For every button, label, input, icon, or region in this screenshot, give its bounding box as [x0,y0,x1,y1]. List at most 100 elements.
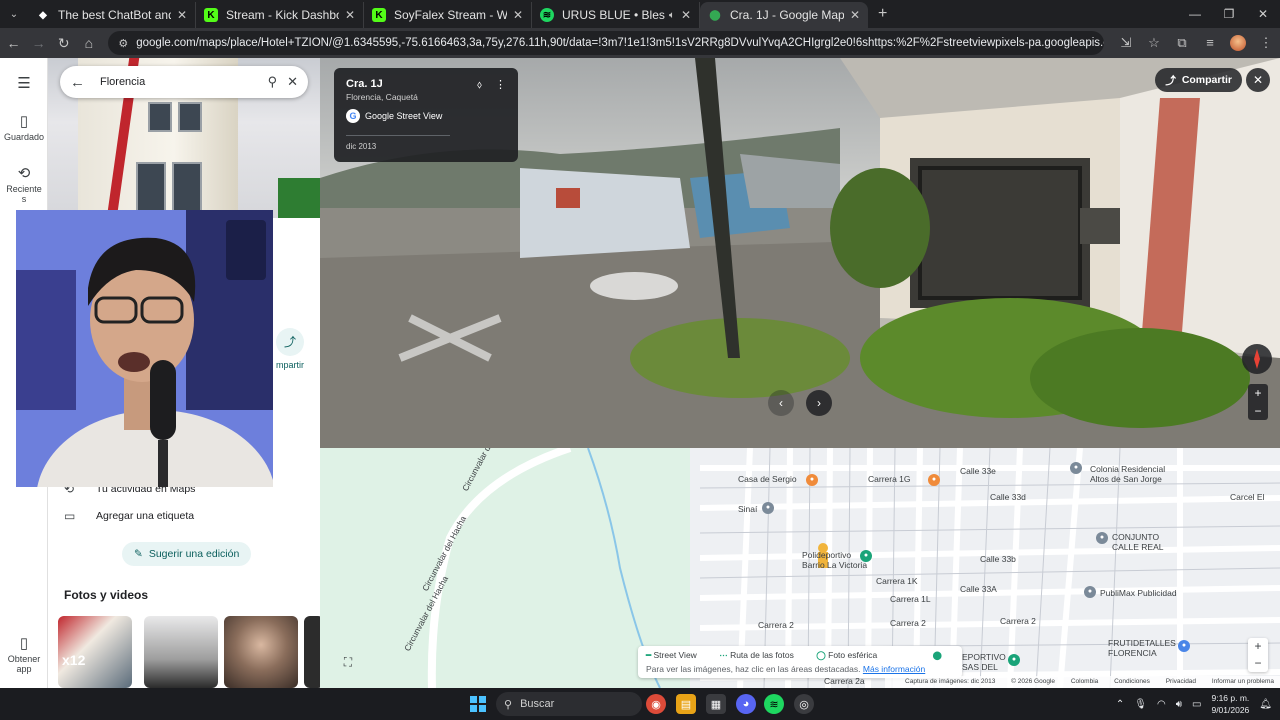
taskbar-search[interactable]: ⚲ Buscar [496,692,642,716]
sv-next-arrow-icon[interactable]: › [806,390,832,416]
more-info-link[interactable]: Más información [863,664,925,674]
park-poi-icon[interactable]: ● [1008,654,1020,666]
tab-chatbot[interactable]: ◆ The best ChatBot and Widgets ✕ [28,2,196,28]
country-link[interactable]: Colombia [1071,678,1098,685]
close-tab-icon[interactable]: ✕ [345,8,355,22]
close-tab-icon[interactable]: ✕ [850,8,860,22]
map-label[interactable]: Calle 33d [990,492,1026,502]
map-label[interactable]: CONJUNTO CALLE REAL [1112,532,1164,552]
add-label-row[interactable]: ▭ Agregar una etiqueta [64,509,194,523]
new-tab-button[interactable]: + [878,5,887,23]
restaurant-poi-icon[interactable]: ● [928,474,940,486]
menu-button[interactable]: ☰ [0,74,48,94]
zoom-out-icon[interactable]: − [1248,402,1268,420]
reload-icon[interactable]: ↻ [52,35,75,52]
compass-icon[interactable] [1242,344,1272,374]
photo-thumb[interactable] [144,616,218,688]
spotify-icon[interactable]: ≋ [764,694,784,714]
wifi-icon[interactable]: ◠ [1157,699,1166,710]
map-label[interactable]: Carcel El [1230,492,1264,502]
speaker-icon[interactable]: 🔈︎ [669,10,675,21]
tray-overflow-icon[interactable]: ⌃ [1116,699,1124,710]
photo-thumb[interactable]: x12 [58,616,132,688]
more-menu-icon[interactable]: ⋮ [1252,35,1280,52]
minimize-icon[interactable]: — [1178,0,1212,28]
rail-recent[interactable]: ⟲ Reciente s [0,164,48,204]
zoom-in-icon[interactable]: + [1248,384,1268,402]
place-poi-icon[interactable]: ● [1096,532,1108,544]
windows-start-icon[interactable] [470,696,486,712]
tab-kick-dashboard[interactable]: K Stream - Kick Dashboard ✕ [196,2,364,28]
map-label[interactable]: Colonia Residencial Altos de San Jorge [1090,464,1165,484]
tab-spotify[interactable]: ≋ URUS BLUE • Blessd, Los M 🔈︎ ✕ [532,2,700,28]
street-view-pane[interactable]: Cra. 1J Florencia, Caquetá G Google Stre… [320,58,1280,448]
map-label[interactable]: EPORTIVO SAS DEL [962,652,1006,672]
battery-icon[interactable]: ▭ [1192,699,1201,710]
map-label[interactable]: Polideportivo Barrio La Victoria [802,550,867,570]
sv-provider[interactable]: G Google Street View [346,109,506,123]
map-label[interactable]: Carrera 1K [876,576,918,586]
place-poi-icon[interactable]: ● [762,502,774,514]
sv-prev-arrow-icon[interactable]: ‹ [768,390,794,416]
place-poi-icon[interactable]: ● [1070,462,1082,474]
expand-map-icon[interactable]: ⛶ [338,652,358,672]
chrome-icon[interactable]: ◉ [646,694,666,714]
more-options-icon[interactable]: ⋮ [495,79,506,91]
site-info-icon[interactable]: ⚙ [118,37,128,50]
map-label[interactable]: PubliMax Publicidad [1100,588,1177,598]
close-tab-icon[interactable]: ✕ [681,8,691,22]
sv-close-button[interactable]: ✕ [1246,68,1270,92]
rail-saved[interactable]: ▯ Guardado [0,112,48,142]
park-poi-icon[interactable]: ● [860,550,872,562]
home-icon[interactable]: ⌂ [77,35,100,51]
share-action[interactable]: ⤴ mpartir [270,328,310,370]
forward-icon[interactable]: → [27,35,50,51]
map-label[interactable]: Carrera 2 [758,620,794,630]
place-poi-icon[interactable]: ● [1084,586,1096,598]
maximize-icon[interactable]: ❐ [1212,0,1246,28]
sv-capture-date[interactable]: dic 2013 [346,135,450,151]
clear-search-icon[interactable]: ✕ [287,74,298,90]
install-app-icon[interactable]: ⇲ [1112,35,1140,52]
zoom-in-icon[interactable]: + [1248,638,1268,655]
profile-avatar[interactable] [1224,35,1252,52]
clock[interactable]: 9:16 p. m. 9/01/2026 [1211,692,1249,716]
tab-google-maps[interactable]: ⬤ Cra. 1J - Google Maps ✕ [700,2,868,28]
media-icon[interactable]: ≡ [1196,35,1224,52]
map-label[interactable]: Sinaí [738,504,757,514]
search-icon[interactable]: ⚲ [268,74,278,90]
suggest-edit-button[interactable]: ✎ Sugerir una edición [122,542,252,566]
restaurant-poi-icon[interactable]: ● [806,474,818,486]
zoom-out-icon[interactable]: − [1248,655,1268,672]
rail-get-app[interactable]: ▯ Obtener app [0,634,48,674]
volume-icon[interactable]: 🔊︎ [1176,699,1182,710]
mini-map[interactable]: Casa de Sergio Carrera 1G Calle 33e Colonia… [320,448,1280,688]
map-label[interactable]: Calle 33A [960,584,997,594]
file-explorer-icon[interactable]: ▤ [676,694,696,714]
close-tab-icon[interactable]: ✕ [177,8,187,22]
bookmark-star-icon[interactable]: ☆ [1140,35,1168,52]
discord-icon[interactable]: ◕ [736,694,756,714]
notifications-icon[interactable]: 🔔︎ [1259,699,1272,710]
map-label[interactable]: Calle 33b [980,554,1016,564]
tab-soyfalex[interactable]: K SoyFalex Stream - Watch Live o ✕ [364,2,532,28]
report-problem-link[interactable]: Informar un problema [1212,678,1274,685]
map-label[interactable]: Calle 33e [960,466,996,476]
map-label[interactable]: FRUTIDETALLES FLORENCIA [1108,638,1176,658]
microphone-icon[interactable]: 🎙︎ [1134,699,1147,710]
map-label[interactable]: Carrera 1L [890,594,931,604]
terms-link[interactable]: Condiciones [1114,678,1150,685]
sv-share-button[interactable]: ⤴ Compartir [1155,68,1242,92]
privacy-link[interactable]: Privacidad [1166,678,1196,685]
map-label[interactable]: Casa de Sergio [738,474,797,484]
legend-toggle-icon[interactable]: ⬤ [932,650,942,661]
map-label[interactable]: Carrera 2 [1000,616,1036,626]
map-label[interactable]: Carrera 2 [890,618,926,628]
back-icon[interactable]: ← [2,35,25,51]
extensions-icon[interactable]: ⧉ [1168,35,1196,52]
tab-search-icon[interactable]: ⌄ [0,0,28,28]
store-icon[interactable]: ▦ [706,694,726,714]
obs-icon[interactable]: ◎ [794,694,814,714]
location-pin-icon[interactable]: ⬨ [477,79,482,91]
photo-thumb[interactable] [304,616,320,688]
